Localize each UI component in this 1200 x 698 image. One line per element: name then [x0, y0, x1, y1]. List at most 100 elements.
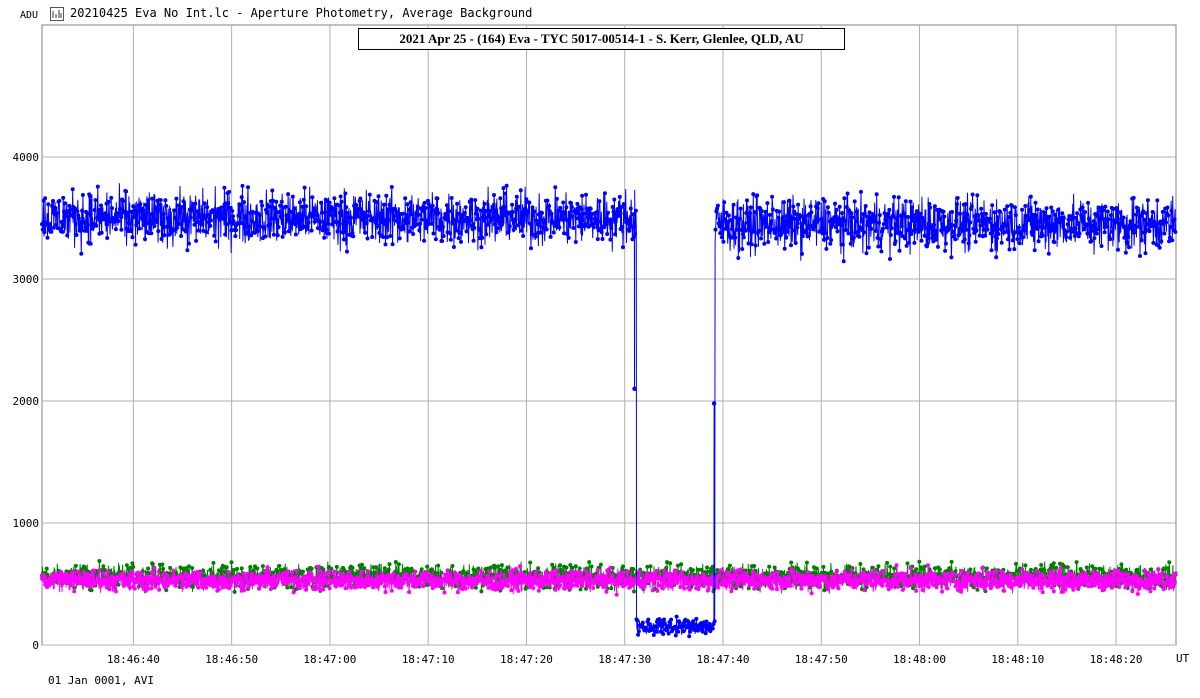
data-point	[872, 568, 877, 572]
data-point	[965, 212, 970, 216]
data-point	[1099, 576, 1104, 581]
data-point	[106, 569, 110, 574]
data-point	[976, 571, 981, 576]
data-point	[1104, 224, 1109, 229]
data-point	[928, 205, 933, 210]
data-point	[286, 229, 291, 234]
data-point	[841, 579, 846, 583]
data-point	[292, 206, 297, 211]
data-point	[684, 575, 689, 580]
data-point	[809, 591, 814, 596]
data-point	[151, 212, 156, 217]
data-point	[438, 218, 443, 223]
data-point	[188, 215, 193, 220]
data-point	[386, 567, 391, 572]
data-point	[591, 586, 596, 590]
data-point	[304, 587, 309, 592]
data-point	[995, 215, 1000, 220]
data-point	[729, 218, 734, 223]
data-point	[922, 233, 927, 238]
data-point	[854, 219, 859, 224]
data-point	[321, 224, 326, 229]
data-point	[938, 216, 943, 221]
data-point	[1138, 254, 1142, 258]
data-point	[718, 568, 723, 573]
data-point	[232, 589, 237, 594]
data-point	[484, 232, 489, 237]
data-point	[365, 236, 370, 241]
data-point	[1148, 589, 1153, 594]
data-point	[902, 213, 907, 218]
data-point	[507, 224, 512, 229]
data-point	[381, 235, 386, 239]
data-point	[97, 568, 102, 573]
data-point	[479, 589, 484, 594]
data-point	[110, 206, 114, 211]
data-point	[46, 202, 51, 207]
data-point	[161, 212, 166, 216]
data-point	[428, 212, 433, 217]
data-point	[886, 211, 891, 216]
data-point	[270, 188, 275, 193]
data-point	[1090, 223, 1095, 228]
data-point	[595, 210, 599, 215]
data-point	[121, 199, 125, 204]
data-point	[117, 210, 121, 215]
data-point	[118, 214, 123, 219]
data-point	[487, 569, 492, 574]
data-point	[1053, 228, 1058, 233]
data-point	[1145, 222, 1150, 227]
data-point	[932, 222, 937, 227]
data-point	[699, 567, 704, 572]
data-point	[730, 227, 734, 231]
data-point	[312, 577, 317, 581]
data-point	[289, 585, 294, 590]
data-point	[1127, 245, 1131, 250]
data-point	[42, 575, 47, 579]
data-point	[1079, 214, 1084, 219]
data-point	[1021, 224, 1026, 229]
data-point	[205, 205, 210, 210]
data-point	[969, 204, 974, 209]
data-point	[1165, 574, 1169, 578]
data-point	[454, 228, 459, 233]
data-point	[240, 183, 245, 188]
data-point	[292, 580, 297, 585]
data-point	[401, 581, 406, 585]
data-point	[127, 572, 132, 577]
data-point	[1050, 209, 1055, 214]
data-point	[124, 563, 129, 568]
data-point	[261, 574, 266, 579]
data-point	[573, 240, 578, 244]
data-point	[252, 221, 257, 225]
data-point	[399, 585, 404, 590]
data-point	[553, 185, 558, 190]
data-point	[770, 207, 775, 212]
data-point	[527, 200, 532, 205]
data-point	[478, 208, 483, 213]
data-point	[914, 212, 918, 217]
data-point	[785, 214, 790, 219]
data-point	[420, 576, 425, 581]
data-point	[110, 583, 115, 588]
data-point	[823, 230, 828, 235]
data-point	[765, 201, 770, 206]
data-point	[538, 230, 543, 235]
data-point	[676, 629, 681, 634]
data-point	[887, 207, 892, 212]
data-point	[627, 228, 632, 233]
data-point	[982, 221, 987, 226]
data-point	[766, 240, 771, 244]
data-point	[290, 570, 294, 575]
data-point	[957, 232, 962, 237]
data-point	[464, 229, 469, 234]
data-point	[1036, 239, 1041, 244]
data-point	[1010, 238, 1015, 243]
data-point	[873, 228, 878, 233]
data-point	[821, 564, 826, 569]
data-point	[67, 203, 72, 208]
data-point	[1056, 207, 1061, 212]
data-point	[633, 231, 638, 236]
data-point	[199, 218, 204, 223]
data-point	[661, 632, 666, 636]
